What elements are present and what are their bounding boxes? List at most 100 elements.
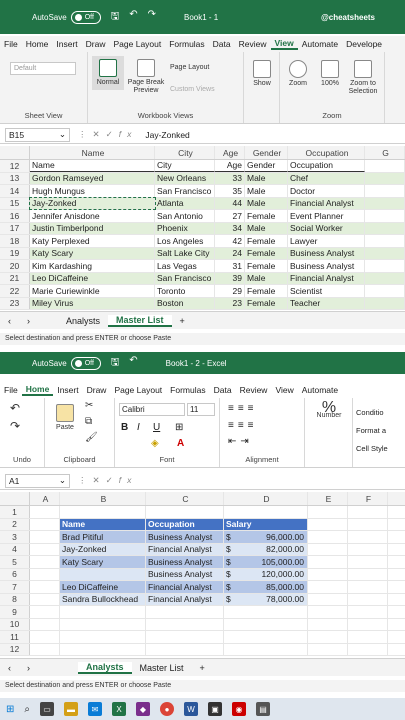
row-number[interactable]: 15 bbox=[0, 197, 30, 209]
cell-occ[interactable]: Teacher bbox=[288, 297, 365, 309]
cell-f[interactable] bbox=[348, 568, 388, 580]
cell-gender[interactable]: Male bbox=[245, 185, 288, 197]
cell-name[interactable]: Hugh Mungus bbox=[30, 185, 155, 197]
row-number[interactable]: 6 bbox=[0, 568, 30, 580]
cell-occ[interactable]: Social Worker bbox=[288, 222, 365, 234]
tab-view[interactable]: View bbox=[271, 385, 297, 395]
cell-gender[interactable]: Male bbox=[245, 272, 288, 284]
cell-occ[interactable]: Scientist bbox=[288, 285, 365, 297]
mail-icon[interactable]: ✉ bbox=[88, 702, 102, 716]
cell-city[interactable]: San Francisco bbox=[155, 185, 215, 197]
cell-a[interactable] bbox=[30, 556, 60, 568]
row-number[interactable]: 10 bbox=[0, 618, 30, 630]
cell-empty[interactable] bbox=[365, 160, 405, 172]
column-header[interactable]: Gender bbox=[245, 146, 288, 159]
cell-empty[interactable] bbox=[365, 222, 405, 234]
excel-icon[interactable]: X bbox=[112, 702, 126, 716]
column-header[interactable]: F bbox=[348, 492, 388, 505]
row-number[interactable]: 9 bbox=[0, 606, 30, 618]
app-icon[interactable]: ◆ bbox=[136, 702, 150, 716]
cell-e[interactable] bbox=[308, 543, 348, 555]
cell-age[interactable]: 29 bbox=[215, 285, 245, 297]
cell-name[interactable]: Jay-Zonked bbox=[29, 196, 156, 210]
search-icon[interactable]: ⌕ bbox=[24, 704, 30, 715]
cell-name[interactable]: Katy Perplexed bbox=[30, 235, 155, 247]
cell-gender[interactable]: Male bbox=[245, 197, 288, 209]
formula-input[interactable]: Jay-Zonked bbox=[145, 130, 189, 140]
cell-city[interactable]: New Orleans bbox=[155, 172, 215, 184]
autosave-toggle[interactable]: Off bbox=[70, 10, 101, 24]
row-number[interactable]: 1 bbox=[0, 506, 30, 518]
cell-salary[interactable]: $85,000.00 bbox=[224, 581, 308, 593]
row-number[interactable]: 22 bbox=[0, 285, 30, 297]
cell-occ[interactable]: Chef bbox=[288, 172, 365, 184]
cell-f[interactable] bbox=[348, 506, 388, 518]
tab-insert[interactable]: Insert bbox=[53, 385, 82, 395]
tab-formulas[interactable]: Formulas bbox=[166, 385, 209, 395]
cell-city[interactable]: Boston bbox=[155, 297, 215, 309]
cell-e[interactable] bbox=[308, 556, 348, 568]
cell-occ[interactable]: Financial Analyst bbox=[146, 593, 224, 605]
number-format-button[interactable]: % Number bbox=[313, 400, 345, 420]
cell-a[interactable] bbox=[30, 506, 60, 518]
conditional-formatting-button[interactable]: Conditio bbox=[356, 404, 388, 422]
redo-button[interactable]: ↷ bbox=[10, 420, 20, 432]
cell-e[interactable] bbox=[308, 606, 348, 618]
cell-f[interactable] bbox=[348, 556, 388, 568]
sheet-view-dropdown[interactable]: Default bbox=[10, 62, 76, 75]
cell-name[interactable]: Katy Scary bbox=[60, 556, 146, 568]
cell-f[interactable] bbox=[348, 581, 388, 593]
cell-salary[interactable] bbox=[224, 618, 308, 630]
cell-a[interactable] bbox=[30, 531, 60, 543]
tab-data[interactable]: Data bbox=[209, 39, 235, 49]
row-number[interactable]: 13 bbox=[0, 172, 30, 184]
cell-occ[interactable] bbox=[146, 643, 224, 655]
cell-occ[interactable]: Financial Analyst bbox=[288, 197, 365, 209]
cell-a[interactable] bbox=[30, 543, 60, 555]
cell-city[interactable]: Las Vegas bbox=[155, 260, 215, 272]
redo-icon[interactable]: ↷ bbox=[148, 9, 156, 26]
cell-e[interactable] bbox=[308, 518, 348, 530]
cell-gender[interactable]: Male bbox=[245, 172, 288, 184]
save-icon[interactable]: 🖫 bbox=[111, 355, 120, 372]
cell-occ[interactable]: Business Analyst bbox=[288, 247, 365, 259]
sheet-tab-analysts[interactable]: Analysts bbox=[58, 316, 108, 326]
cell-a[interactable] bbox=[30, 643, 60, 655]
cell-occ[interactable]: Business Analyst bbox=[146, 568, 224, 580]
cell-name[interactable]: Kim Kardashing bbox=[30, 260, 155, 272]
cell-occ[interactable]: Business Analyst bbox=[288, 260, 365, 272]
cell-name[interactable]: Name bbox=[60, 518, 146, 530]
scroll-left-icon[interactable]: ‹ bbox=[0, 316, 19, 326]
cell-empty[interactable] bbox=[365, 235, 405, 247]
column-header[interactable]: B bbox=[60, 492, 146, 505]
indent-icons[interactable]: ⇤⇥ bbox=[228, 436, 253, 447]
row-number[interactable]: 14 bbox=[0, 185, 30, 197]
cell-empty[interactable] bbox=[365, 185, 405, 197]
cell-age[interactable]: 35 bbox=[215, 185, 245, 197]
normal-view-button[interactable]: Normal bbox=[92, 56, 124, 90]
cell-name[interactable]: Miley Virus bbox=[30, 297, 155, 309]
row-number[interactable]: 18 bbox=[0, 235, 30, 247]
cell-salary[interactable]: $105,000.00 bbox=[224, 556, 308, 568]
tab-draw[interactable]: Draw bbox=[82, 39, 110, 49]
add-sheet-icon[interactable]: + bbox=[172, 316, 193, 326]
cell-name[interactable]: Jennifer Anisdone bbox=[30, 210, 155, 222]
cell-city[interactable]: Salt Lake City bbox=[155, 247, 215, 259]
row-number[interactable]: 21 bbox=[0, 272, 30, 284]
cell-name[interactable]: Name bbox=[30, 160, 155, 172]
cell-occ[interactable] bbox=[146, 631, 224, 643]
tab-review[interactable]: Review bbox=[235, 39, 271, 49]
column-header[interactable]: G bbox=[365, 146, 405, 159]
column-header[interactable]: E bbox=[308, 492, 348, 505]
cell-age[interactable]: 31 bbox=[215, 260, 245, 272]
sheet-tab-analysts[interactable]: Analysts bbox=[78, 661, 132, 674]
cell-city[interactable]: San Antonio bbox=[155, 210, 215, 222]
cell-age[interactable]: 34 bbox=[215, 222, 245, 234]
cell-city[interactable]: San Francisco bbox=[155, 272, 215, 284]
cell-name[interactable]: Leo DiCaffeine bbox=[30, 272, 155, 284]
cell-occ[interactable]: Doctor bbox=[288, 185, 365, 197]
italic-button[interactable]: I bbox=[137, 422, 140, 433]
tab-file[interactable]: File bbox=[0, 39, 22, 49]
scroll-right-icon[interactable]: › bbox=[19, 663, 38, 673]
column-header[interactable]: Occupation bbox=[288, 146, 365, 159]
